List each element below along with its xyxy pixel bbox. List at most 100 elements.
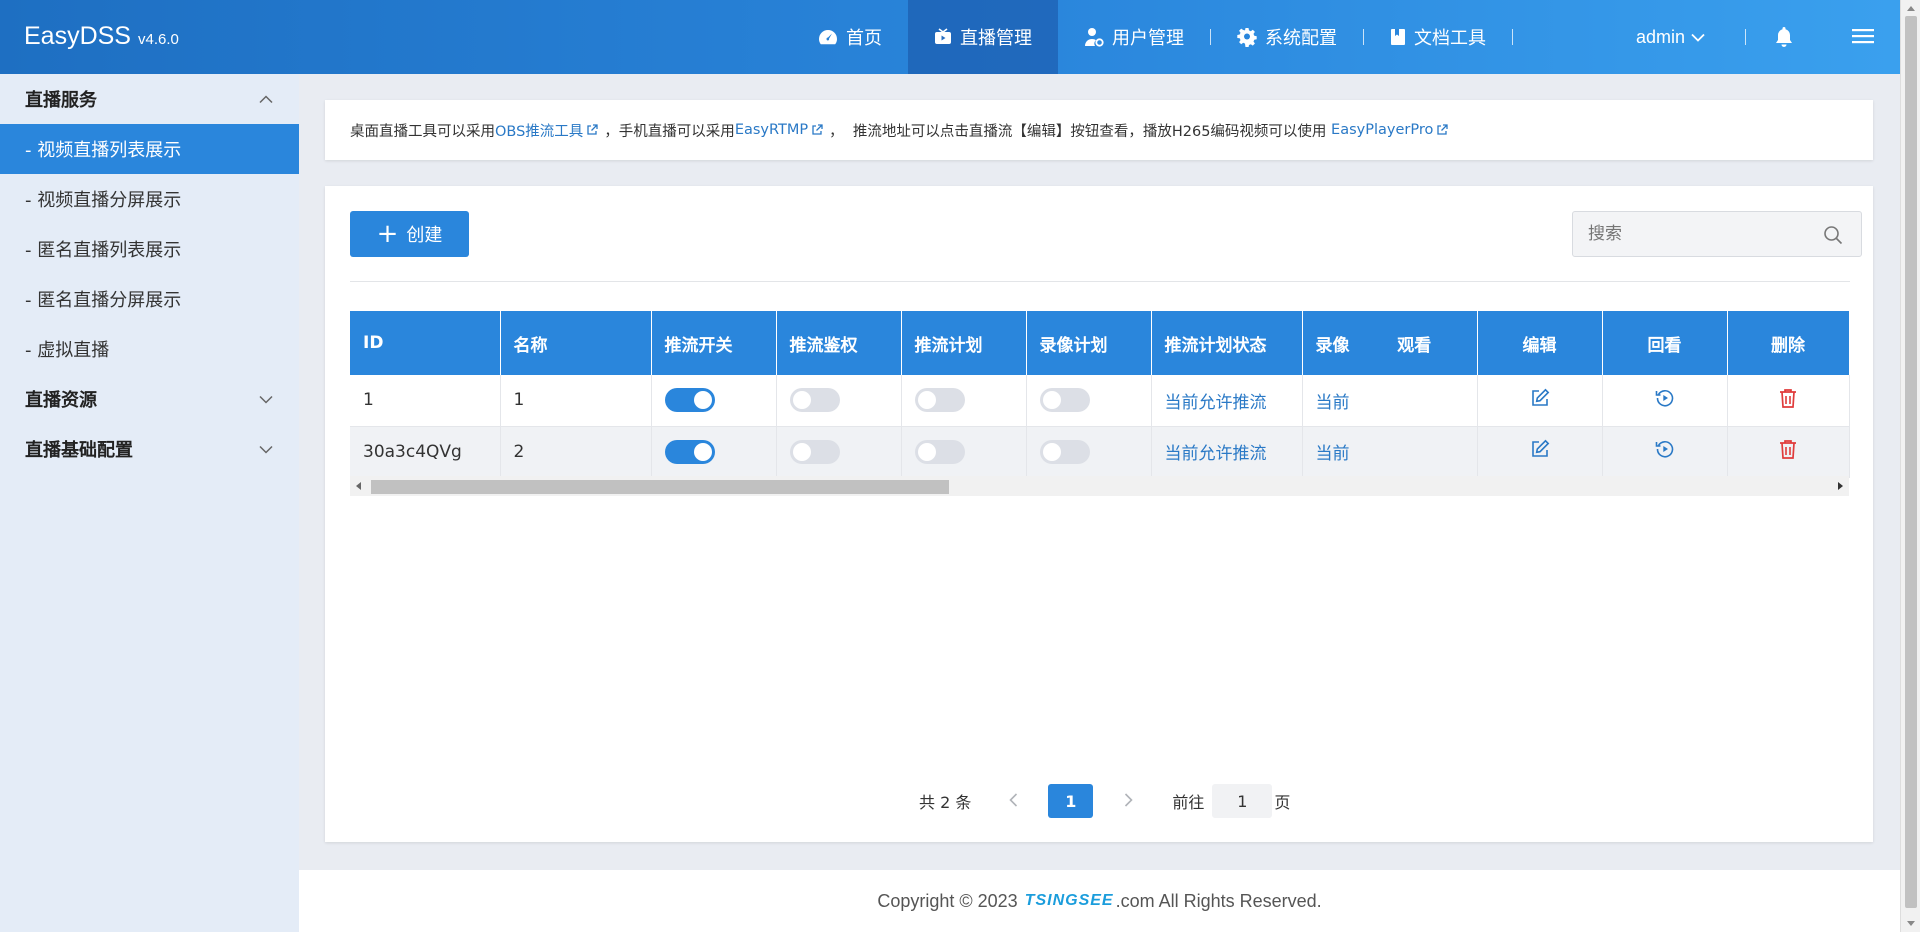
sidebar: 直播服务 - 视频直播列表展示 - 视频直播分屏展示 - 匿名直播列表展示 - …: [0, 74, 299, 932]
sidebar-group-live-resources[interactable]: 直播资源: [0, 374, 299, 424]
nav-separator: [1745, 29, 1746, 45]
col-header-push-auth[interactable]: 推流鉴权: [776, 311, 902, 375]
col-header-push-plan[interactable]: 推流计划: [901, 311, 1027, 375]
sidebar-item-video-live-list[interactable]: - 视频直播列表展示: [0, 124, 299, 174]
nav-system-label: 系统配置: [1265, 28, 1337, 49]
pagination: 共 2 条 1 前往 1 页: [919, 783, 1290, 819]
main-nav: 首页 直播管理 用户管理 系统配置 文档工具: [792, 0, 1513, 74]
obs-tool-link[interactable]: OBS推流工具: [495, 120, 583, 141]
scroll-up-arrow-icon[interactable]: [1907, 6, 1915, 11]
col-header-push-switch[interactable]: 推流开关: [651, 311, 777, 375]
col-header-push-plan-status[interactable]: 推流计划状态: [1151, 311, 1303, 375]
edit-icon[interactable]: [1530, 388, 1550, 408]
pagination-total: 共 2 条: [919, 793, 972, 812]
sidebar-item-anon-live-split[interactable]: - 匿名直播分屏展示: [0, 274, 299, 324]
sidebar-item-label: - 虚拟直播: [25, 340, 110, 361]
cell-push-plan: [901, 375, 1027, 427]
push-plan-toggle[interactable]: [914, 439, 965, 464]
sidebar-group-live-config[interactable]: 直播基础配置: [0, 424, 299, 474]
goto-page-input[interactable]: 1: [1212, 784, 1273, 818]
notice-bar: 桌面直播工具可以采用 OBS推流工具 ，手机直播可以采用 EasyRTMP ， …: [325, 100, 1873, 160]
notice-text: 桌面直播工具可以采用: [350, 123, 495, 140]
cell-name: 2: [500, 426, 652, 478]
app-logo[interactable]: EasyDSS v4.6.0: [24, 22, 179, 51]
create-button-label: 创建: [406, 225, 443, 246]
chevron-down-icon: [259, 395, 273, 404]
prev-page-button[interactable]: [993, 791, 1033, 812]
cell-delete: [1727, 426, 1850, 478]
cell-name: 1: [500, 375, 652, 427]
gear-icon: [1237, 28, 1257, 47]
page-vertical-scrollbar[interactable]: [1900, 0, 1920, 932]
col-header-playback[interactable]: 回看: [1602, 311, 1728, 375]
hamburger-icon: [1852, 29, 1874, 44]
nav-live-management[interactable]: 直播管理: [908, 0, 1058, 74]
chevron-down-icon: [259, 445, 273, 454]
sidebar-group-live-service[interactable]: 直播服务: [0, 74, 299, 124]
cell-watch: [1352, 375, 1478, 427]
cell-record-status[interactable]: 当前: [1302, 426, 1352, 478]
plus-icon: +: [376, 219, 399, 249]
table-header-row: ID 名称 推流开关 推流鉴权 推流计划 录像计划 推流计划状态 录像 观看 编…: [350, 311, 1850, 375]
scrollbar-thumb[interactable]: [371, 480, 949, 494]
col-header-watch[interactable]: 观看: [1352, 311, 1478, 375]
external-link-icon: [812, 124, 823, 135]
notice-text: ，手机直播可以采用: [604, 123, 735, 140]
trash-icon[interactable]: [1779, 388, 1797, 408]
record-plan-toggle[interactable]: [1039, 388, 1090, 413]
nav-user-management[interactable]: 用户管理: [1058, 0, 1210, 74]
nav-separator: [1512, 29, 1513, 45]
goto-label: 前往: [1172, 793, 1205, 812]
create-button[interactable]: + 创建: [350, 211, 469, 257]
edit-icon[interactable]: [1530, 439, 1550, 459]
scroll-left-arrow-icon[interactable]: [356, 482, 361, 490]
tsingsee-logo[interactable]: TSINGSEE: [1025, 892, 1114, 910]
notification-bell[interactable]: [1774, 26, 1794, 52]
nav-system-config[interactable]: 系统配置: [1211, 0, 1363, 74]
nav-doc-tools[interactable]: 文档工具: [1364, 0, 1512, 74]
cell-push-plan-status[interactable]: 当前允许推流: [1151, 375, 1303, 427]
nav-home[interactable]: 首页: [792, 0, 908, 74]
live-tv-icon: [935, 28, 951, 44]
playback-icon[interactable]: [1655, 439, 1675, 459]
col-header-delete[interactable]: 删除: [1727, 311, 1850, 375]
easyrtmp-link[interactable]: EasyRTMP: [735, 122, 808, 138]
hamburger-menu-button[interactable]: [1852, 26, 1874, 50]
cell-playback: [1602, 426, 1728, 478]
scroll-right-arrow-icon[interactable]: [1838, 482, 1843, 490]
cell-push-auth: [776, 375, 902, 427]
col-header-id[interactable]: ID: [350, 311, 501, 375]
page-number-button[interactable]: 1: [1048, 784, 1094, 818]
col-header-record-plan[interactable]: 录像计划: [1026, 311, 1152, 375]
col-header-record-status[interactable]: 录像: [1302, 311, 1352, 375]
scrollbar-thumb[interactable]: [1905, 16, 1917, 908]
cell-push-plan-status[interactable]: 当前允许推流: [1151, 426, 1303, 478]
search-icon[interactable]: [1823, 225, 1843, 245]
cell-delete: [1727, 375, 1850, 427]
app-name: EasyDSS: [24, 22, 131, 50]
scroll-down-arrow-icon[interactable]: [1907, 921, 1915, 926]
col-header-name[interactable]: 名称: [500, 311, 652, 375]
record-plan-toggle[interactable]: [1039, 439, 1090, 464]
easyplayerpro-link[interactable]: EasyPlayerPro: [1331, 122, 1433, 138]
sidebar-group-label: 直播服务: [25, 90, 97, 111]
table-horizontal-scrollbar[interactable]: [350, 476, 1849, 496]
push-auth-toggle[interactable]: [789, 388, 840, 413]
user-menu[interactable]: admin: [1636, 0, 1705, 74]
push-switch-toggle[interactable]: [664, 388, 715, 413]
push-plan-toggle[interactable]: [914, 388, 965, 413]
search-box: [1572, 211, 1862, 257]
sidebar-item-virtual-live[interactable]: - 虚拟直播: [0, 324, 299, 374]
trash-icon[interactable]: [1779, 439, 1797, 459]
push-auth-toggle[interactable]: [789, 439, 840, 464]
table-row: 30a3c4QVg 2 当前允许推流 当前: [350, 426, 1850, 478]
playback-icon[interactable]: [1655, 388, 1675, 408]
cell-record-status[interactable]: 当前: [1302, 375, 1352, 427]
external-link-icon: [1437, 124, 1449, 135]
sidebar-item-anon-live-list[interactable]: - 匿名直播列表展示: [0, 224, 299, 274]
next-page-button[interactable]: [1108, 791, 1148, 812]
sidebar-item-video-live-split[interactable]: - 视频直播分屏展示: [0, 174, 299, 224]
col-header-edit[interactable]: 编辑: [1477, 311, 1603, 375]
search-input[interactable]: [1588, 224, 1818, 244]
push-switch-toggle[interactable]: [664, 439, 715, 464]
